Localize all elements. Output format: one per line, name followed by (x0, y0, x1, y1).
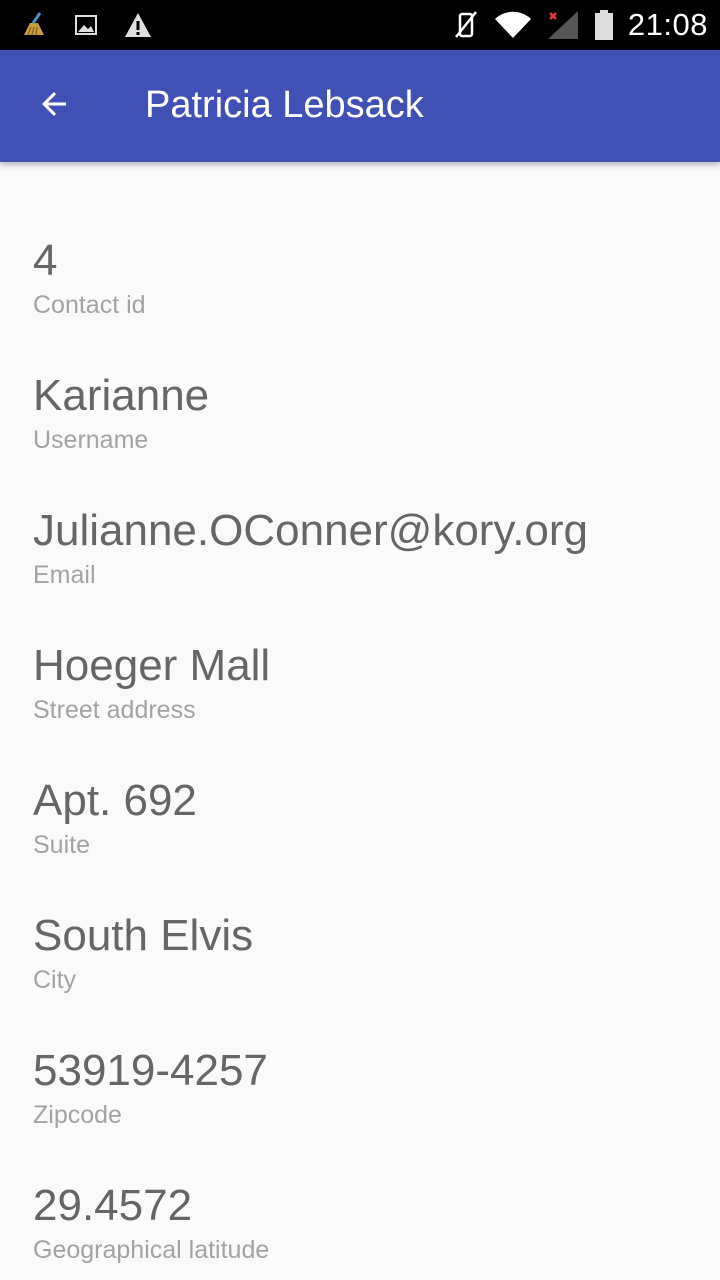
field-value: Karianne (33, 371, 210, 420)
system-icons: 21:08 (452, 7, 708, 43)
contact-details[interactable]: 4 Contact id Karianne Username Julianne.… (0, 162, 720, 1280)
field-latitude: 29.4572 Geographical latitude (33, 1178, 269, 1266)
arrow-back-icon (36, 86, 72, 127)
status-time: 21:08 (627, 7, 708, 42)
field-value: 29.4572 (33, 1181, 193, 1230)
field-suite: Apt. 692 Suite (33, 773, 197, 861)
battery-icon (594, 10, 614, 40)
field-label: Street address (33, 696, 196, 724)
field-value: South Elvis (33, 911, 254, 960)
field-email: Julianne.OConner@kory.org Email (33, 503, 588, 591)
field-label: Zipcode (33, 1101, 122, 1129)
field-value: Apt. 692 (33, 776, 197, 825)
field-street-address: Hoeger Mall Street address (33, 638, 270, 726)
field-username: Karianne Username (33, 368, 209, 456)
field-city: South Elvis City (33, 908, 253, 996)
vibrate-off-icon (452, 11, 480, 39)
signal-icon (546, 11, 580, 39)
field-value: Hoeger Mall (33, 641, 271, 690)
field-zipcode: 53919-4257 Zipcode (33, 1043, 268, 1131)
cleaner-icon (20, 11, 48, 39)
warning-icon (124, 11, 152, 39)
image-icon (72, 11, 100, 39)
back-button[interactable] (22, 74, 86, 138)
field-label: Geographical latitude (33, 1236, 270, 1264)
page-title: Patricia Lebsack (145, 84, 424, 126)
notification-icons (20, 9, 152, 41)
field-value: 4 (33, 236, 58, 285)
field-label: City (33, 966, 77, 994)
field-value: Julianne.OConner@kory.org (33, 506, 589, 555)
field-label: Suite (33, 831, 90, 859)
field-label: Contact id (33, 291, 146, 319)
field-contact-id: 4 Contact id (33, 233, 146, 321)
status-bar: 21:08 (0, 0, 720, 50)
field-value: 53919-4257 (33, 1046, 268, 1095)
field-label: Email (33, 561, 96, 589)
field-label: Username (33, 426, 149, 454)
wifi-icon (494, 11, 532, 39)
app-bar: Patricia Lebsack (0, 50, 720, 162)
